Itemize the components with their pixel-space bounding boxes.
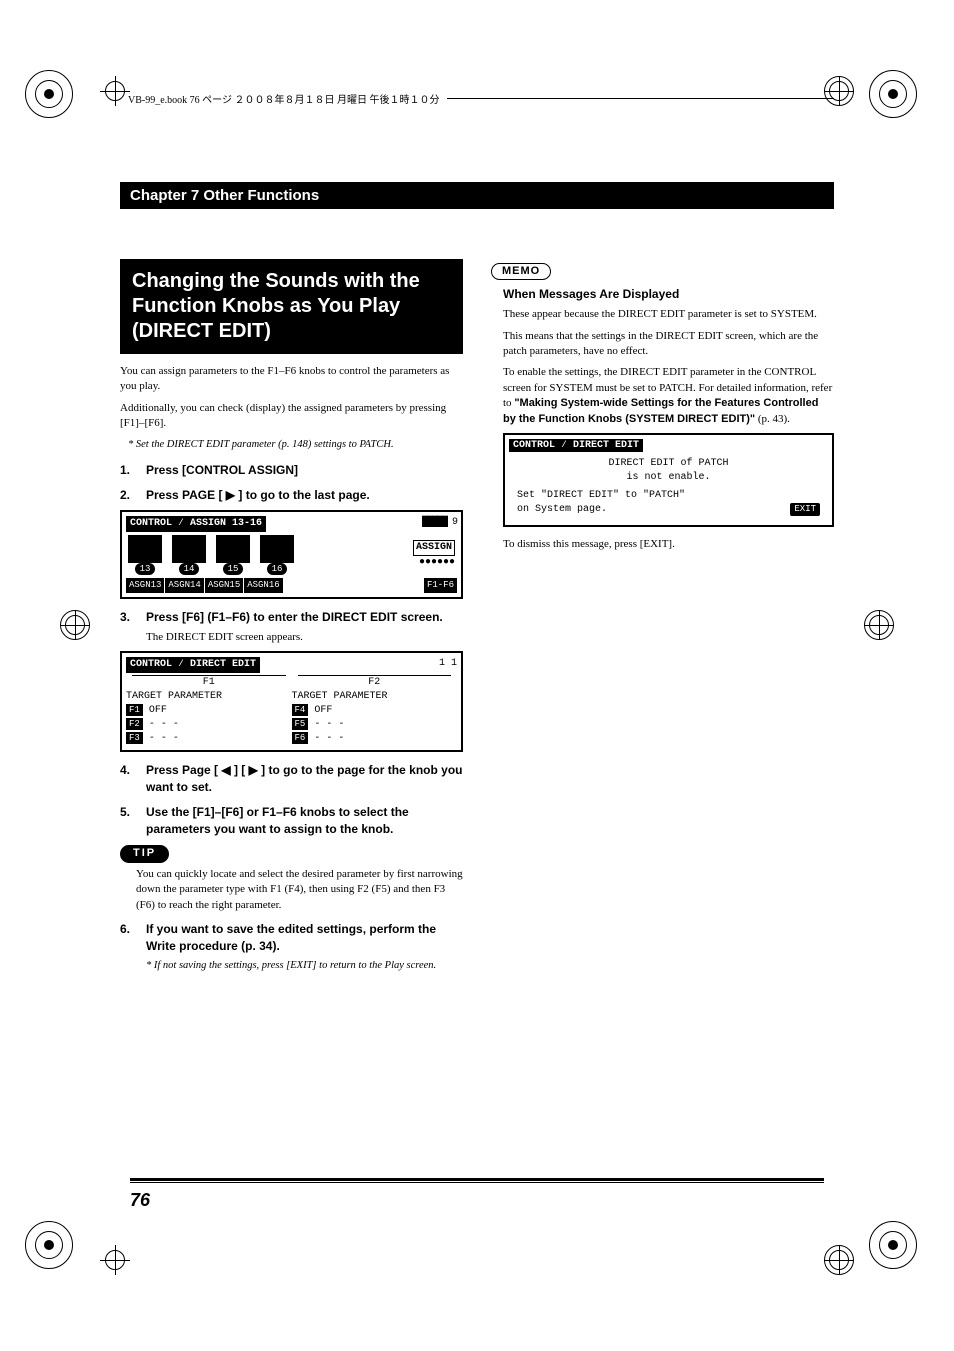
page-indicator: █████ 9: [422, 516, 457, 532]
step-text: Press Page [ ◀ ] [ ▶ ] to go to the page…: [146, 762, 463, 796]
tab-button: ASGN13: [126, 578, 164, 593]
figure-titlebar: CONTROL ⁄ DIRECT EDIT: [126, 657, 260, 673]
exit-button-graphic: EXIT: [790, 503, 820, 516]
knob-badge: 13: [135, 563, 155, 576]
crosshair-icon: [864, 610, 894, 640]
knob-badge: 14: [179, 563, 199, 576]
tab-button: ASGN16: [244, 578, 282, 593]
section-title-text: Changing the Sounds with the Function Kn…: [132, 270, 420, 342]
column-header: F2: [298, 675, 452, 690]
param-value: - - -: [149, 733, 179, 744]
chapter-title-bar: Chapter 7 Other Functions: [120, 182, 834, 209]
param-value: - - -: [149, 719, 179, 730]
section-title: Changing the Sounds with the Function Kn…: [120, 259, 463, 354]
tip-badge: TIP: [120, 845, 169, 862]
step-number: 6.: [120, 921, 136, 955]
memo-text-post: (p. 43).: [755, 413, 790, 425]
column-header: F1: [132, 675, 286, 690]
param-value: - - -: [314, 733, 344, 744]
step-note: * If not saving the settings, press [EXI…: [138, 959, 463, 974]
param-value: OFF: [314, 705, 332, 716]
chapter-title: Chapter 7 Other Functions: [130, 187, 319, 204]
figure-titlebar: CONTROL ⁄ ASSIGN 13-16: [126, 516, 266, 532]
dismiss-text: To dismiss this message, press [EXIT].: [503, 537, 834, 552]
step-number: 3.: [120, 609, 136, 626]
figure-titlebar: CONTROL ⁄ DIRECT EDIT: [509, 439, 643, 452]
param-value: OFF: [149, 705, 167, 716]
step-text: Press [CONTROL ASSIGN]: [146, 462, 463, 479]
step-2: 2. Press PAGE [ ▶ ] to go to the last pa…: [120, 487, 463, 504]
memo-paragraph: To enable the settings, the DIRECT EDIT …: [503, 365, 834, 427]
knob-icon: [260, 535, 294, 563]
memo-badge: MEMO: [491, 263, 551, 280]
param-value: - - -: [314, 719, 344, 730]
page-content: VB-99_e.book 76 ページ ２００８年８月１８日 月曜日 午後１時１…: [120, 85, 834, 1266]
register-mark-top-left: [25, 70, 85, 130]
row-badge: F5: [292, 718, 309, 730]
knob-icon: [172, 535, 206, 563]
crosshair-icon: [60, 610, 90, 640]
tab-button: ASGN15: [205, 578, 243, 593]
memo-heading: When Messages Are Displayed: [503, 286, 834, 303]
right-column: MEMO When Messages Are Displayed These a…: [491, 259, 834, 983]
step-text: Use the [F1]–[F6] or F1–F6 knobs to sele…: [146, 804, 463, 838]
assign-label: ASSIGN: [413, 540, 455, 556]
register-mark-bottom-left: [25, 1221, 85, 1281]
param-header: TARGET PARAMETER: [292, 690, 458, 704]
dots-icon: ●●●●●●: [413, 556, 455, 570]
step-subtext: The DIRECT EDIT screen appears.: [146, 630, 463, 645]
left-column: Changing the Sounds with the Function Kn…: [120, 259, 463, 983]
step-6: 6. If you want to save the edited settin…: [120, 921, 463, 955]
knob-icon: [216, 535, 250, 563]
intro-paragraph-2: Additionally, you can check (display) th…: [120, 401, 463, 432]
step-5: 5. Use the [F1]–[F6] or F1–F6 knobs to s…: [120, 804, 463, 838]
step-number: 2.: [120, 487, 136, 504]
memo-paragraph: These appear because the DIRECT EDIT par…: [503, 307, 834, 322]
row-badge: F3: [126, 732, 143, 744]
knob-badge: 16: [267, 563, 287, 576]
step-4: 4. Press Page [ ◀ ] [ ▶ ] to go to the p…: [120, 762, 463, 796]
message-line: Set "DIRECT EDIT" to "PATCH": [517, 489, 820, 503]
message-line: is not enable.: [517, 471, 820, 485]
tip-text: You can quickly locate and select the de…: [136, 867, 463, 913]
knob-badge: 15: [223, 563, 243, 576]
page-header: VB-99_e.book 76 ページ ２００８年８月１８日 月曜日 午後１時１…: [120, 85, 834, 112]
param-header: TARGET PARAMETER: [126, 690, 292, 704]
step-1: 1. Press [CONTROL ASSIGN]: [120, 462, 463, 479]
tab-button: F1-F6: [424, 578, 457, 593]
footer-rule: [130, 1178, 824, 1181]
row-badge: F4: [292, 704, 309, 716]
register-mark-top-right: [869, 70, 929, 130]
row-badge: F2: [126, 718, 143, 730]
step-text: Press PAGE [ ▶ ] to go to the last page.: [146, 487, 463, 504]
figure-assign-screen: CONTROL ⁄ ASSIGN 13-16 █████ 9 13 14 15 …: [120, 510, 463, 599]
memo-paragraph: This means that the settings in the DIRE…: [503, 329, 834, 360]
row-badge: F6: [292, 732, 309, 744]
step-text: Press [F6] (F1–F6) to enter the DIRECT E…: [146, 609, 463, 626]
step-number: 5.: [120, 804, 136, 838]
figure-message-screen: CONTROL ⁄ DIRECT EDIT DIRECT EDIT of PAT…: [503, 433, 834, 527]
intro-paragraph-1: You can assign parameters to the F1–F6 k…: [120, 364, 463, 395]
figure-direct-edit-screen: CONTROL ⁄ DIRECT EDIT 1 1 F1 TARGET PARA…: [120, 651, 463, 752]
page-indicator: 1 1: [439, 657, 457, 673]
step-number: 4.: [120, 762, 136, 796]
step-text: If you want to save the edited settings,…: [146, 921, 463, 955]
knob-icon: [128, 535, 162, 563]
register-mark-bottom-right: [869, 1221, 929, 1281]
message-line: on System page.: [517, 504, 607, 515]
header-rule: [447, 98, 834, 99]
page-number: 76: [130, 1190, 150, 1211]
intro-note: * Set the DIRECT EDIT parameter (p. 148)…: [120, 438, 463, 453]
step-number: 1.: [120, 462, 136, 479]
step-3: 3. Press [F6] (F1–F6) to enter the DIREC…: [120, 609, 463, 626]
row-badge: F1: [126, 704, 143, 716]
file-info-text: VB-99_e.book 76 ページ ２００８年８月１８日 月曜日 午後１時１…: [128, 91, 439, 106]
message-line: DIRECT EDIT of PATCH: [517, 457, 820, 471]
tab-button: ASGN14: [165, 578, 203, 593]
